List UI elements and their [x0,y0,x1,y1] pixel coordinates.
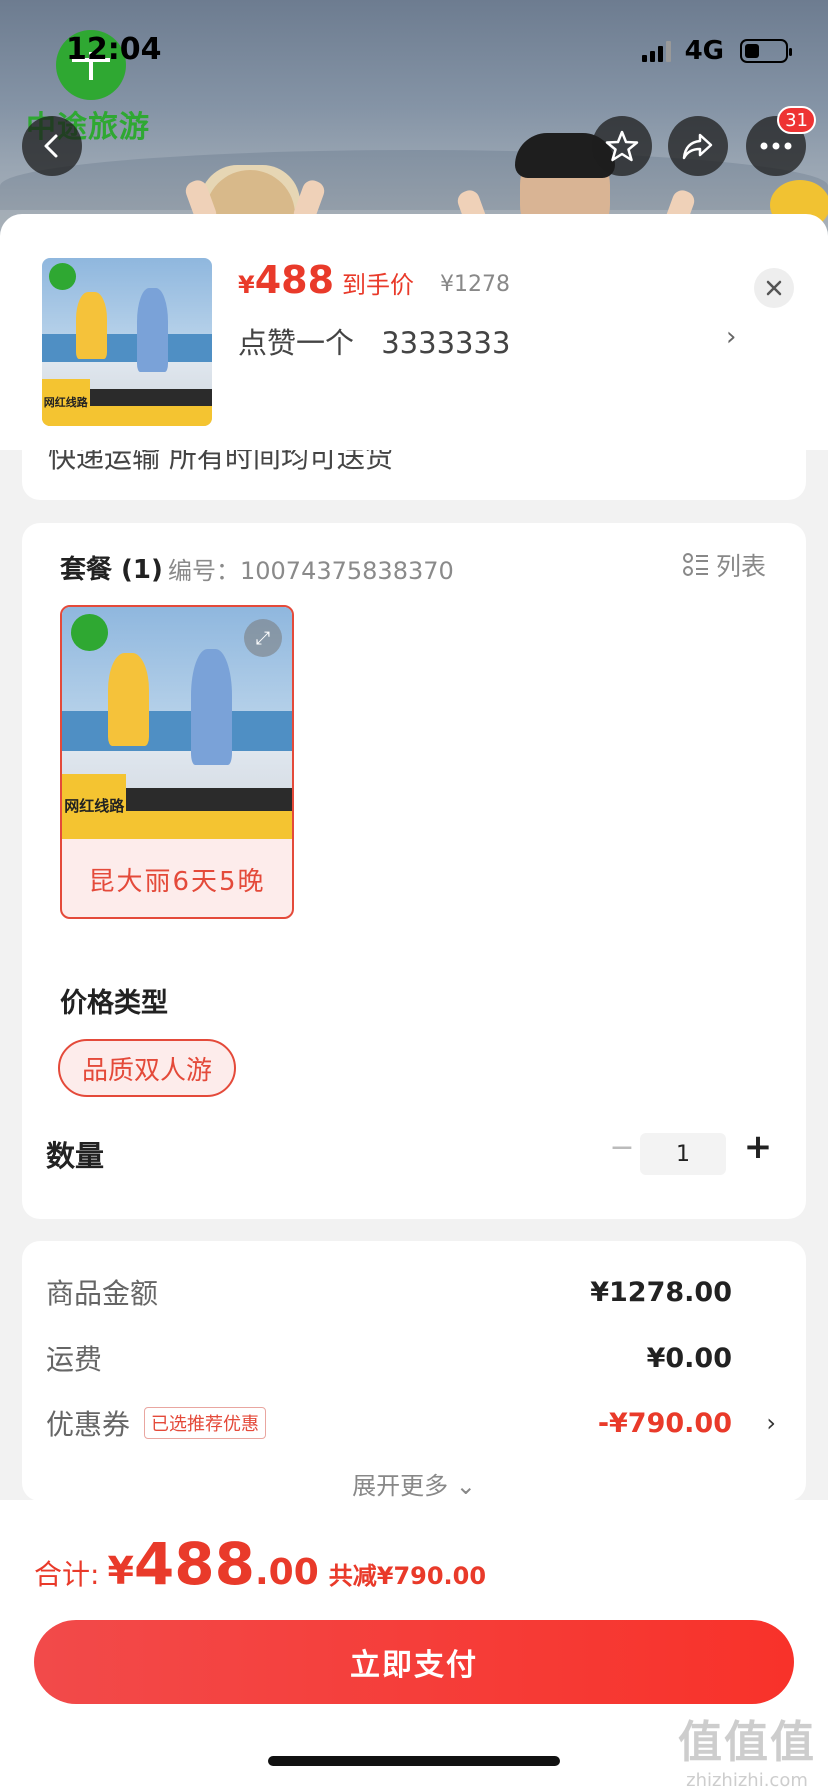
status-indicators: 4G [641,36,792,66]
total-currency: ¥ [107,1549,134,1593]
goods-amount-label: 商品金额 [46,1277,159,1310]
share-icon [682,133,713,160]
total-saved: 共减¥790.00 [328,1562,487,1590]
list-view-button[interactable]: 列表 [682,547,766,583]
quantity-minus-button[interactable]: − [602,1127,642,1167]
deal-price-label: 到手价 [342,271,415,299]
thumbnail-tag: 网红线路 [42,378,90,426]
cost-card: 商品金额 ¥1278.00 运费 ¥0.00 优惠券 已选推荐优惠 -¥790.… [22,1241,806,1501]
price-type-chip[interactable]: 品质双人游 [58,1039,237,1097]
home-indicator[interactable] [268,1756,560,1766]
notification-badge: 31 [777,106,816,134]
battery-icon [740,39,792,63]
package-option[interactable]: 网红线路 ⤢ 昆大丽6天5晚 [60,605,294,919]
quantity-input[interactable]: 1 [640,1133,726,1175]
total-integer: 488 [133,1530,255,1598]
package-image: 网红线路 ⤢ [62,607,292,839]
chevron-left-icon [44,134,58,158]
close-icon [766,280,782,296]
total-label: 合计: [34,1558,100,1591]
back-button[interactable] [22,116,82,176]
deal-price-currency: ¥ [238,271,255,299]
signal-icon [641,40,671,62]
checkout-bar: 合计: ¥ 488 .00 共减¥790.00 立即支付 值值值 zhizhiz… [0,1500,828,1792]
like-row[interactable]: 点赞一个 3333333 [238,320,510,362]
pay-now-button[interactable]: 立即支付 [34,1620,794,1704]
coupon-row[interactable]: 优惠券 已选推荐优惠 -¥790.00 › [46,1398,782,1448]
favorite-button[interactable] [592,116,652,176]
product-thumbnail: 网红线路 [42,258,212,426]
more-button[interactable]: 31 [746,106,816,176]
goods-amount-row: 商品金额 ¥1278.00 [46,1267,782,1317]
like-value: 3333333 [381,326,511,360]
deal-price: ¥488 到手价 [238,258,414,302]
expand-more-label: 展开更多 [352,1472,449,1500]
total-decimal: .00 [254,1552,319,1593]
original-price: ¥1278 [440,272,510,297]
package-name: 昆大丽6天5晚 [88,866,266,897]
like-text: 点赞一个 [238,326,355,360]
coupon-tag: 已选推荐优惠 [144,1407,267,1439]
shipping-label: 运费 [46,1343,103,1376]
chevron-right-icon: › [766,1409,776,1437]
delivery-card: 快递运输 所有时间均可送货 [22,441,806,500]
price-type-title: 价格类型 [60,988,168,1019]
watermark-url: zhizhizhi.com [686,1770,808,1791]
watermark: 值值值 zhizhizhi.com [678,1706,816,1791]
expand-icon[interactable]: ⤢ [244,619,282,657]
quantity-label: 数量 [46,1139,105,1173]
chevron-down-icon: ⌄ [455,1472,476,1500]
shipping-row: 运费 ¥0.00 [46,1333,782,1383]
star-icon [605,130,639,162]
package-title: 套餐 (1) [60,555,163,585]
total-price: 合计: ¥ 488 .00 共减¥790.00 [34,1530,486,1598]
expand-more-button[interactable]: 展开更多 ⌄ [22,1466,806,1501]
coupon-value: -¥790.00 [597,1407,732,1439]
more-dots-icon [760,142,792,150]
quantity-plus-button[interactable]: + [738,1127,778,1167]
shipping-value: ¥0.00 [646,1342,732,1374]
list-icon [682,553,708,576]
network-label: 4G [684,36,724,66]
package-card: 套餐 (1) 编号：10074375838370 列表 网红线路 ⤢ 昆大丽6天… [22,523,806,1219]
deal-price-value: 488 [254,258,335,302]
image-tag: 网红线路 [62,774,127,839]
share-button[interactable] [668,116,728,176]
chevron-right-icon: › [726,322,737,352]
coupon-label: 优惠券 [46,1408,131,1441]
close-button[interactable] [754,268,794,308]
package-code: 编号：10074375838370 [168,557,454,585]
list-view-label: 列表 [715,552,766,581]
watermark-logo: 值值值 [678,1717,816,1768]
goods-amount-value: ¥1278.00 [590,1276,732,1308]
status-time: 12:04 [66,32,162,67]
